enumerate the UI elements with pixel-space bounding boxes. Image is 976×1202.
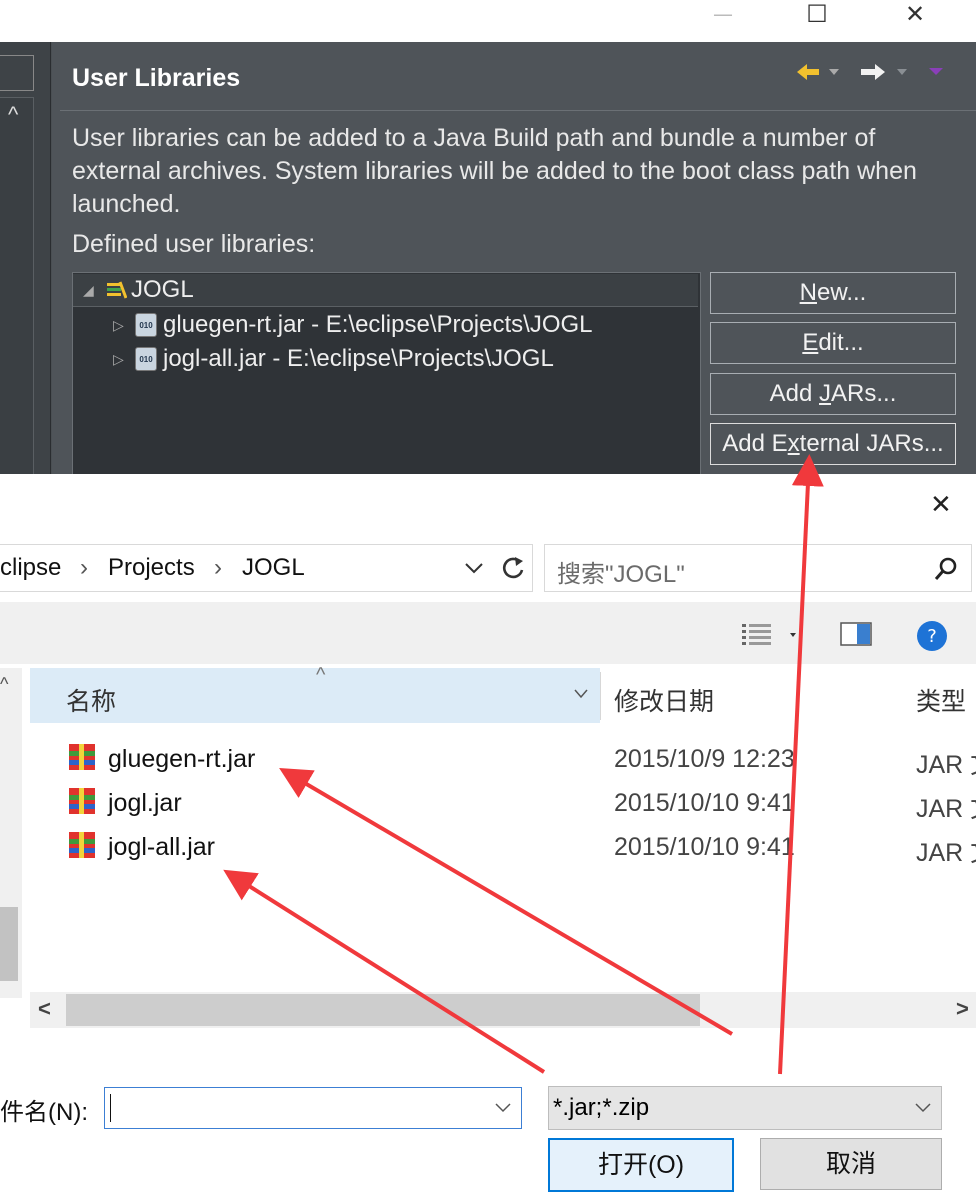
file-modified: 2015/10/10 9:41	[614, 789, 795, 817]
search-icon[interactable]	[933, 556, 959, 582]
tree-item-jogl-all[interactable]: ▷ 010 jogl-all.jar - E:\eclipse\Projects…	[113, 345, 554, 373]
add-external-jars-button[interactable]: Add External JARs...	[710, 423, 956, 465]
file-type-select[interactable]: *.jar;*.zip	[548, 1086, 942, 1130]
help-icon[interactable]: ?	[916, 620, 948, 652]
file-type: JAR 文	[916, 751, 976, 779]
svg-text:?: ?	[927, 626, 937, 647]
page-nav-toolbar	[797, 64, 943, 80]
jar-icon: 010	[135, 347, 157, 371]
dialog-toolbar: ?	[0, 602, 976, 664]
chevron-right-icon: ›	[80, 554, 88, 581]
search-input[interactable]: 搜索"JOGL"	[557, 554, 685, 589]
view-menu-icon[interactable]	[929, 68, 943, 75]
tree-scrollbar[interactable]: ^	[0, 97, 34, 474]
file-type: JAR 文	[916, 795, 976, 823]
file-type: JAR 文	[916, 839, 976, 867]
tree-item-label: JOGL	[131, 276, 194, 303]
breadcrumb-segment[interactable]: Projects	[108, 554, 195, 582]
text-cursor	[110, 1094, 111, 1122]
file-name[interactable]: jogl.jar	[108, 789, 182, 818]
file-name[interactable]: gluegen-rt.jar	[108, 745, 255, 774]
tree-item-label: jogl-all.jar - E:\eclipse\Projects\JOGL	[163, 345, 554, 372]
edit-button[interactable]: Edit...	[710, 322, 956, 364]
scroll-right-icon[interactable]: >	[956, 996, 969, 1022]
expanded-triangle-icon[interactable]: ◢	[83, 282, 105, 299]
scroll-left-icon[interactable]: <	[38, 996, 51, 1022]
maximize-button[interactable]: ☐	[800, 0, 834, 28]
column-type[interactable]: 类型	[916, 682, 966, 718]
cancel-button[interactable]: 取消	[760, 1138, 942, 1190]
page-description: User libraries can be added to a Java Bu…	[72, 124, 917, 218]
filename-input[interactable]	[104, 1087, 522, 1129]
horizontal-scroll-thumb[interactable]	[66, 994, 700, 1026]
filename-label: 件名(N):	[0, 1099, 88, 1126]
search-box[interactable]: 搜索"JOGL"	[544, 544, 972, 592]
forward-arrow-icon[interactable]	[861, 64, 885, 80]
tree-item-label: gluegen-rt.jar - E:\eclipse\Projects\JOG…	[163, 311, 593, 338]
chevron-down-icon[interactable]	[464, 561, 484, 575]
column-modified[interactable]: 修改日期	[614, 682, 714, 718]
dialog-close-button[interactable]: ✕	[930, 490, 952, 520]
filter-field[interactable]	[0, 55, 34, 91]
chevron-down-icon[interactable]	[915, 1102, 931, 1114]
jar-icon: 010	[135, 313, 157, 337]
address-bar[interactable]: clipse › Projects › JOGL	[0, 544, 533, 592]
column-name[interactable]: 名称	[66, 682, 116, 718]
file-modified: 2015/10/10 9:41	[614, 833, 795, 861]
add-jars-button[interactable]: Add JARs...	[710, 373, 956, 415]
forward-dropdown-icon[interactable]	[897, 69, 907, 75]
open-button[interactable]: 打开(O)	[548, 1138, 734, 1192]
breadcrumb-segment[interactable]: clipse	[0, 554, 61, 582]
archive-file-icon	[69, 788, 95, 814]
chevron-right-icon: ›	[214, 554, 222, 581]
back-dropdown-icon[interactable]	[829, 69, 839, 75]
column-divider	[600, 672, 601, 720]
new-button[interactable]: New...	[710, 272, 956, 314]
vertical-scroll-thumb[interactable]	[0, 907, 18, 981]
archive-file-icon	[69, 832, 95, 858]
collapsed-triangle-icon[interactable]: ▷	[113, 351, 135, 368]
preview-pane-icon[interactable]	[840, 622, 872, 646]
archive-file-icon	[69, 744, 95, 770]
minimize-button[interactable]: —	[708, 2, 738, 26]
file-name[interactable]: jogl-all.jar	[108, 833, 215, 862]
file-modified: 2015/10/9 12:23	[614, 745, 795, 773]
breadcrumb-segment[interactable]: JOGL	[242, 554, 305, 582]
scroll-up-icon[interactable]: ^	[0, 674, 8, 695]
eclipse-window: — ☐ ✕ ^ User Libraries User libraries ca…	[0, 0, 976, 474]
defined-libraries-label: Defined user libraries:	[72, 230, 316, 258]
close-button[interactable]: ✕	[898, 0, 932, 28]
title-bar: — ☐ ✕	[0, 0, 976, 42]
divider	[60, 110, 976, 111]
back-arrow-icon[interactable]	[797, 64, 819, 80]
tree-item-jogl[interactable]: ◢ JOGL	[73, 274, 698, 307]
column-dropdown-icon[interactable]	[574, 688, 588, 700]
collapsed-triangle-icon[interactable]: ▷	[113, 317, 135, 334]
view-options-icon[interactable]	[742, 622, 802, 648]
chevron-down-icon[interactable]	[495, 1102, 511, 1114]
user-libraries-tree[interactable]: ◢ JOGL ▷ 010 gluegen-rt.jar - E:\eclipse…	[72, 272, 701, 474]
refresh-icon[interactable]	[500, 554, 528, 582]
sort-caret-icon: ^	[316, 664, 326, 686]
page-title: User Libraries	[72, 64, 241, 92]
scroll-up-icon[interactable]: ^	[8, 102, 18, 128]
file-type-value: *.jar;*.zip	[553, 1094, 650, 1121]
tree-item-gluegen[interactable]: ▷ 010 gluegen-rt.jar - E:\eclipse\Projec…	[113, 311, 593, 339]
library-icon	[107, 281, 127, 299]
